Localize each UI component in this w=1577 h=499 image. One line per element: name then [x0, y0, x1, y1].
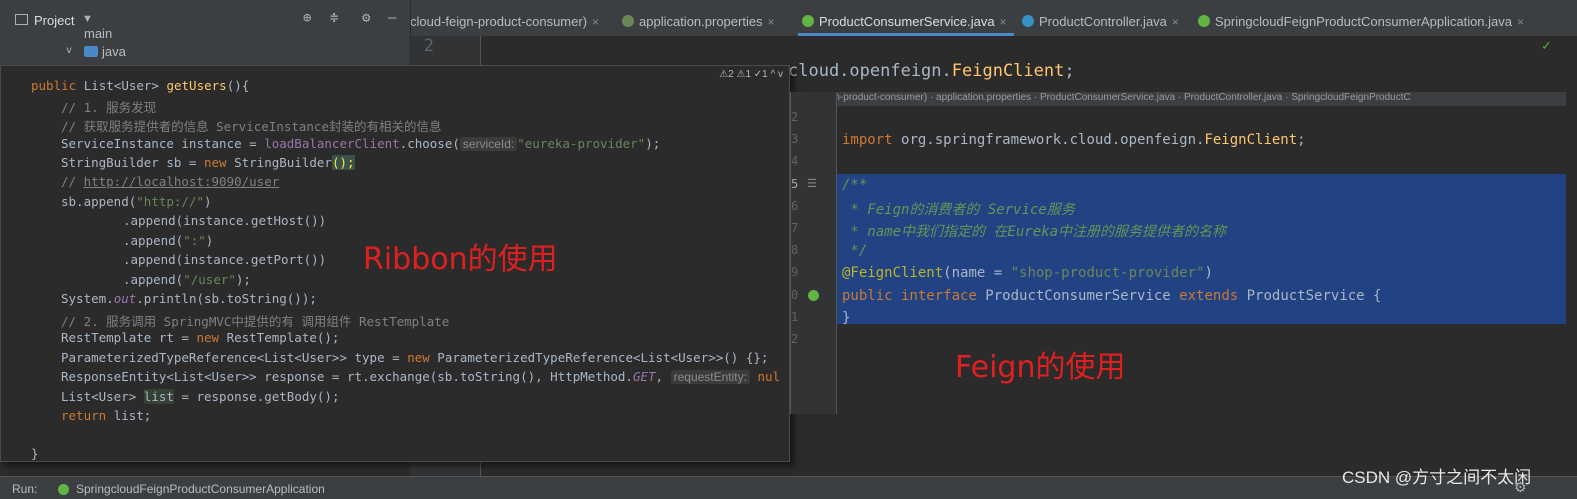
code-line: } [31, 446, 39, 461]
interface-icon [802, 15, 814, 27]
close-icon[interactable]: × [1000, 15, 1007, 29]
close-icon[interactable]: × [1517, 15, 1524, 29]
code-line: .append(":") [123, 233, 214, 248]
folder-icon [84, 46, 98, 57]
tab-strip-preview: cloud-feign-product-consumer) · applicat… [791, 92, 1566, 106]
locate-icon[interactable]: ⊕ [303, 10, 311, 26]
chevron-down-icon[interactable]: v [66, 45, 72, 56]
checkmark-icon: ✓ [1542, 38, 1551, 54]
gear-icon[interactable]: ⚙ [362, 10, 370, 26]
project-panel-header: Project ▼ [0, 8, 410, 34]
code-line: ResponseEntity<List<User>> response = rt… [61, 369, 781, 384]
close-icon[interactable]: × [592, 15, 599, 29]
code-line: ParameterizedTypeReference<List<User>> t… [61, 350, 769, 365]
code-line: .append(instance.getPort()) [123, 252, 327, 267]
tab-consumer-module[interactable]: cloud-feign-product-consumer) × [410, 8, 599, 36]
hide-icon[interactable]: — [388, 10, 396, 26]
run-configuration-tab[interactable]: SpringcloudFeignProductConsumerApplicati… [76, 482, 325, 496]
code-line: sb.append("http://") [61, 194, 212, 209]
spring-boot-icon [1198, 15, 1210, 27]
run-tool-window-bar: Run: SpringcloudFeignProductConsumerAppl… [0, 476, 1577, 499]
code-line: ServiceInstance instance = loadBalancerC… [61, 136, 661, 151]
class-icon [1022, 15, 1034, 27]
code-line: import org.springframework.cloud.openfei… [842, 132, 1306, 148]
tree-item-main[interactable]: main [84, 26, 112, 41]
code-line: // 1. 服务发现 [61, 100, 157, 115]
code-line: List<User> list = response.getBody(); [61, 389, 340, 404]
code-line: */ [842, 243, 868, 259]
code-line: StringBuilder sb = new StringBuilder(); [61, 155, 355, 170]
project-panel: Project ▼ ⊕ ≑ ⚙ — main v java [0, 0, 411, 65]
chevron-down-icon[interactable]: ▼ [82, 13, 93, 25]
code-line: @FeignClient(name = "shop-product-provid… [842, 265, 1213, 281]
ribbon-label: Ribbon的使用 [363, 242, 558, 277]
tree-item-java[interactable]: java [102, 44, 126, 59]
project-icon [15, 14, 28, 25]
code-line: } [842, 310, 851, 326]
code-line: .append(instance.getHost()) [123, 213, 327, 228]
editor-gutter: 2 3 4 5 6 7 8 9 0 1 2 ☰ [791, 92, 837, 414]
watermark: CSDN @方寸之间不太闲 [1342, 468, 1532, 487]
collapse-all-icon[interactable]: ≑ [330, 10, 338, 26]
tab-product-consumer-service[interactable]: ProductConsumerService.java × [798, 8, 1014, 36]
run-label: Run: [12, 482, 38, 496]
project-title[interactable]: Project [34, 13, 74, 28]
documentation-icon[interactable]: ☰ [807, 177, 817, 190]
inspection-widget[interactable]: ⚠2 ⚠1 ✓1 ^ v [719, 69, 783, 80]
implementations-icon[interactable] [808, 290, 819, 301]
ribbon-code-snippet: ⚠2 ⚠1 ✓1 ^ v public List<User> getUsers(… [0, 65, 790, 462]
properties-file-icon [622, 15, 634, 27]
code-line: public List<User> getUsers(){ [31, 78, 250, 93]
spring-boot-icon [58, 484, 69, 495]
code-line: return list; [61, 408, 152, 423]
feign-code-snippet: cloud-feign-product-consumer) · applicat… [790, 92, 1566, 414]
line-number: 2 [423, 36, 434, 56]
code-line: // 获取服务提供者的信息 ServiceInstance封装的有相关的信息 [61, 119, 442, 134]
code-line: /** [842, 177, 868, 193]
code-line: // http://localhost:9090/user [61, 174, 280, 189]
code-line: System.out.println(sb.toString()); [61, 291, 317, 306]
close-icon[interactable]: × [1172, 15, 1179, 29]
code-line: .append("/user"); [123, 272, 251, 287]
close-icon[interactable]: × [768, 15, 775, 29]
code-line: * name中我们指定的 在Eureka中注册的服务提供者的名称 [842, 224, 1227, 240]
code-line: public interface ProductConsumerService … [842, 288, 1382, 304]
code-line: // 2. 服务调用 SpringMVC中提供的有 调用组件 RestTempl… [61, 314, 450, 329]
tab-application-properties[interactable]: application.properties × [622, 8, 775, 36]
tab-application-main[interactable]: SpringcloudFeignProductConsumerApplicati… [1198, 8, 1524, 36]
feign-label: Feign的使用 [955, 350, 1126, 385]
code-line: RestTemplate rt = new RestTemplate(); [61, 330, 340, 345]
import-statement-tail: cloud.openfeign.FeignClient; [788, 61, 1075, 81]
editor-tabs: cloud-feign-product-consumer) × applicati… [410, 8, 1577, 36]
code-line: * Feign的消费者的 Service服务 [842, 202, 1075, 218]
tab-product-controller[interactable]: ProductController.java × [1022, 8, 1179, 36]
